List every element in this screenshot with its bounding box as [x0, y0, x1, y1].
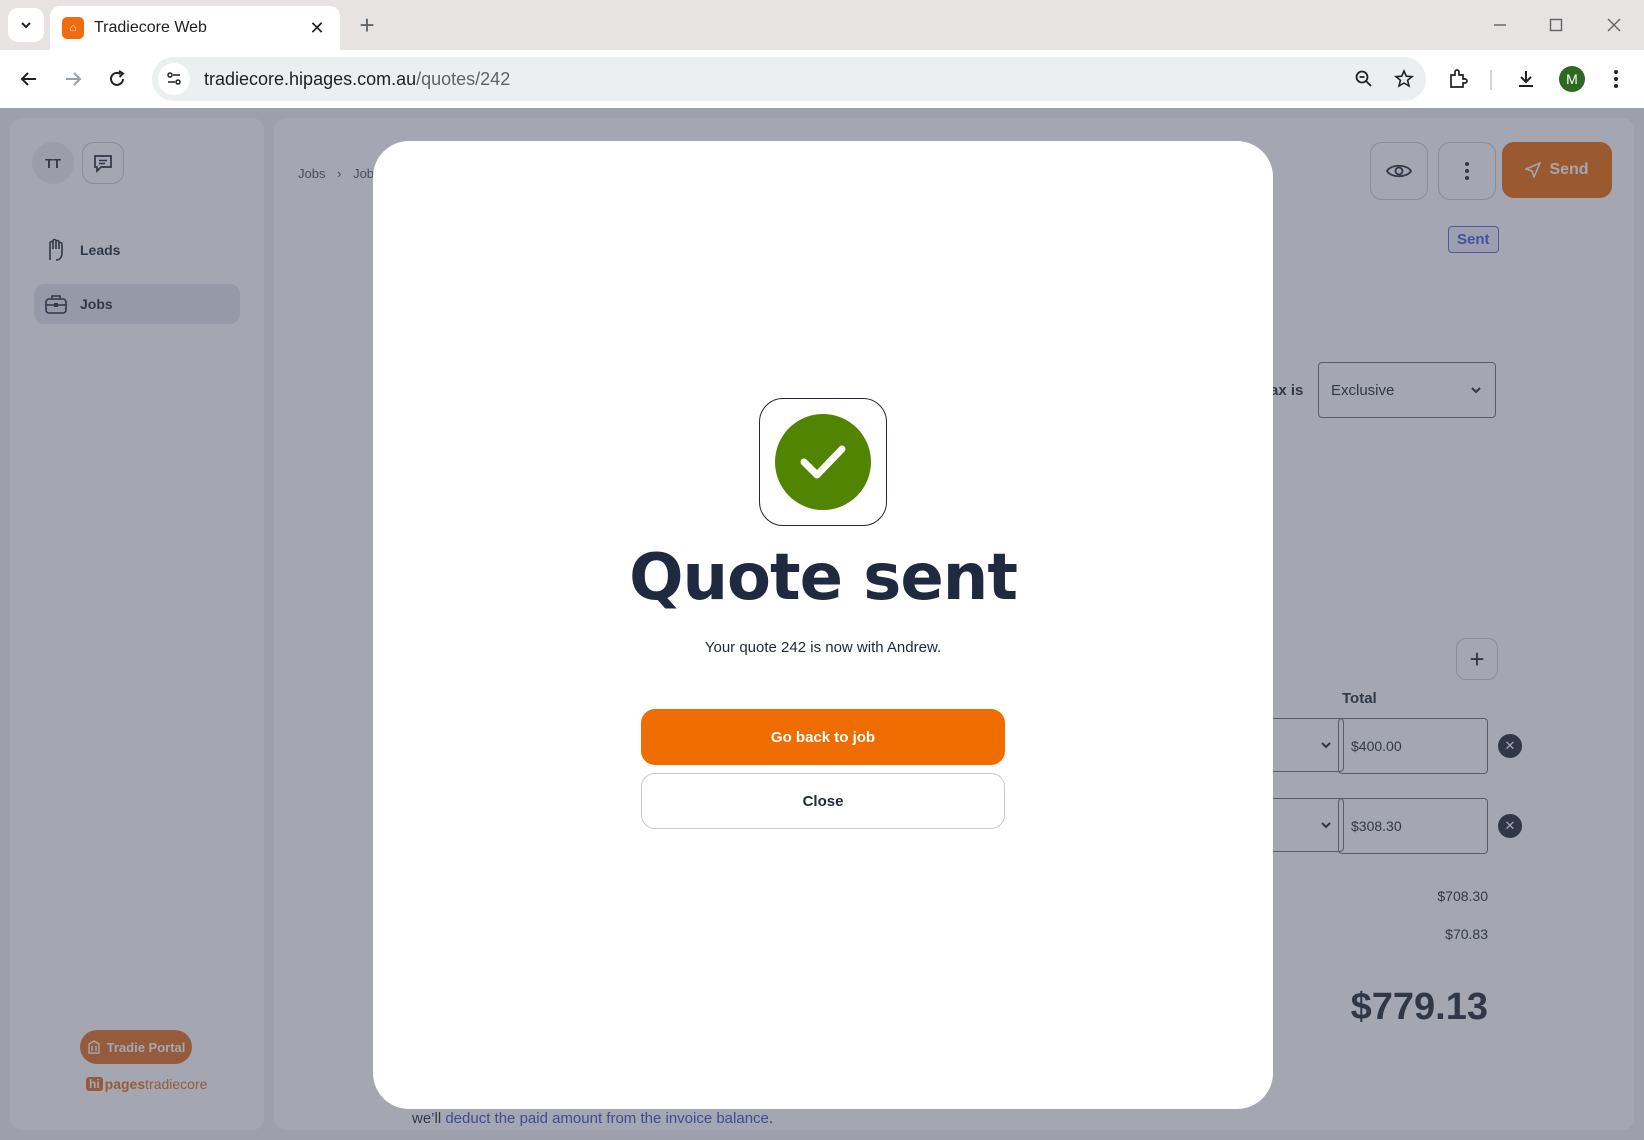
maximize-icon[interactable]	[1536, 10, 1576, 40]
site-info-icon[interactable]	[158, 63, 190, 95]
zoom-icon[interactable]	[1346, 61, 1382, 97]
bookmark-star-icon[interactable]	[1386, 61, 1422, 97]
browser-menu-icon[interactable]	[1598, 62, 1634, 96]
tab-close-icon[interactable]: ✕	[306, 17, 328, 39]
browser-toolbar: tradiecore.hipages.com.au/quotes/242 M	[0, 50, 1644, 108]
extensions-icon[interactable]	[1440, 62, 1476, 96]
profile-initial: M	[1559, 66, 1585, 92]
dialog-title: Quote sent	[629, 541, 1018, 615]
success-badge	[759, 398, 887, 526]
quote-sent-dialog: Quote sent Your quote 242 is now with An…	[373, 141, 1273, 1109]
address-bar[interactable]: tradiecore.hipages.com.au/quotes/242	[152, 57, 1426, 101]
back-icon[interactable]	[12, 62, 46, 96]
url-path: /quotes/242	[416, 68, 511, 89]
close-button[interactable]: Close	[641, 773, 1005, 829]
toolbar-divider	[1490, 70, 1492, 90]
go-back-to-job-button[interactable]: Go back to job	[641, 709, 1005, 765]
check-circle-icon	[775, 414, 871, 510]
tab-title: Tradiecore Web	[94, 19, 207, 36]
window-close-icon[interactable]	[1594, 10, 1634, 40]
forward-icon[interactable]	[56, 62, 90, 96]
hipages-favicon-icon: ⌂	[62, 17, 84, 39]
reload-icon[interactable]	[100, 62, 134, 96]
profile-avatar[interactable]: M	[1554, 62, 1590, 96]
download-icon[interactable]	[1508, 62, 1544, 96]
chevron-down-icon	[21, 22, 31, 29]
browser-tab-active[interactable]: ⌂ Tradiecore Web ✕	[50, 6, 340, 50]
url-text[interactable]: tradiecore.hipages.com.au/quotes/242	[204, 69, 1346, 90]
dialog-message: Your quote 242 is now with Andrew.	[704, 639, 942, 656]
minimize-icon[interactable]	[1480, 10, 1520, 40]
tab-search-button[interactable]	[8, 8, 44, 42]
new-tab-icon[interactable]: +	[352, 10, 382, 40]
url-host: tradiecore.hipages.com.au	[204, 68, 417, 89]
browser-tabstrip: ⌂ Tradiecore Web ✕ +	[0, 0, 1644, 50]
